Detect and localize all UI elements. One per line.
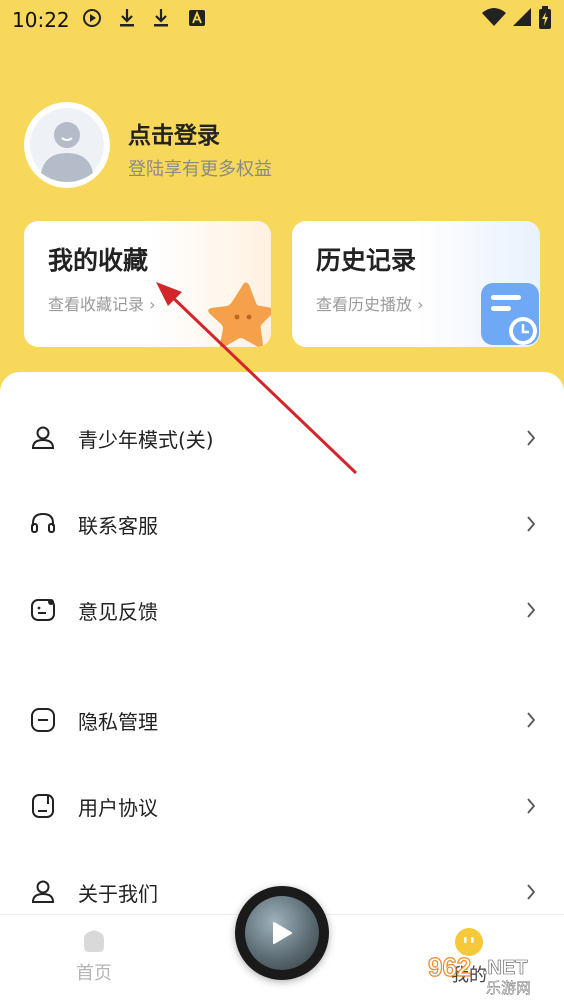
headset-icon xyxy=(30,511,56,537)
favorites-card[interactable]: 我的收藏 查看历史播放 › 查看收藏记录 › xyxy=(24,221,271,347)
avatar[interactable] xyxy=(24,102,110,188)
menu-sheet: 青少年模式(关) 联系客服 意见反馈 隐私管理 用户协议 关于我们 xyxy=(0,372,564,932)
play-circle-icon xyxy=(82,8,102,28)
user-avatar-icon xyxy=(30,108,104,182)
watermark-logo: 962 .NET 乐游网 xyxy=(424,950,560,997)
wifi-icon xyxy=(481,7,507,27)
menu-item-label: 用户协议 xyxy=(78,795,158,820)
menu-item-label: 关于我们 xyxy=(78,881,158,906)
chevron-right-icon xyxy=(526,796,540,816)
about-icon xyxy=(30,879,56,905)
signal-icon xyxy=(512,7,532,27)
login-subtitle: 登陆享有更多权益 xyxy=(128,159,272,180)
status-time: 10:22 xyxy=(12,8,70,32)
menu-item-label: 意见反馈 xyxy=(78,599,158,624)
star-icon xyxy=(208,282,271,347)
play-icon xyxy=(273,922,292,944)
chevron-right-icon xyxy=(526,514,540,534)
feedback-icon xyxy=(30,597,56,623)
history-subtitle: 查看历史播放 › xyxy=(316,295,424,314)
history-title: 历史记录 xyxy=(316,246,417,275)
menu-item-feedback[interactable]: 意见反馈 xyxy=(0,582,564,638)
svg-text:962: 962 xyxy=(428,952,471,982)
album-cover xyxy=(245,896,319,970)
favorites-subtitle: 查看收藏记录 › xyxy=(48,295,156,314)
privacy-icon xyxy=(30,707,56,733)
menu-item-label: 联系客服 xyxy=(78,513,158,538)
tab-home-label: 首页 xyxy=(76,963,112,984)
battery-icon xyxy=(538,6,552,30)
menu-item-label: 青少年模式(关) xyxy=(78,427,214,452)
history-clock-icon xyxy=(481,283,539,345)
music-player-disc[interactable] xyxy=(235,886,329,980)
menu-item-teen-mode[interactable]: 青少年模式(关) xyxy=(0,410,564,466)
menu-item-privacy[interactable]: 隐私管理 xyxy=(0,692,564,748)
tab-home[interactable]: 首页 xyxy=(64,927,124,985)
home-icon xyxy=(84,930,104,952)
menu-item-user-agreement[interactable]: 用户协议 xyxy=(0,778,564,834)
download-icon xyxy=(151,8,171,28)
menu-item-label: 隐私管理 xyxy=(78,709,158,734)
menu-item-customer-service[interactable]: 联系客服 xyxy=(0,496,564,552)
agreement-icon xyxy=(30,793,56,819)
chevron-right-icon xyxy=(526,600,540,620)
download-icon xyxy=(117,8,137,28)
svg-text:乐游网: 乐游网 xyxy=(486,979,531,996)
teen-icon xyxy=(30,425,56,451)
chevron-right-icon xyxy=(526,428,540,448)
favorites-title: 我的收藏 xyxy=(48,246,149,275)
chevron-right-icon xyxy=(526,882,540,902)
history-card[interactable]: 历史记录 查看历史播放 › xyxy=(292,221,540,347)
font-a-icon xyxy=(187,8,207,28)
svg-text:.NET: .NET xyxy=(482,957,528,979)
chevron-right-icon xyxy=(526,710,540,730)
login-title[interactable]: 点击登录 xyxy=(128,116,220,150)
